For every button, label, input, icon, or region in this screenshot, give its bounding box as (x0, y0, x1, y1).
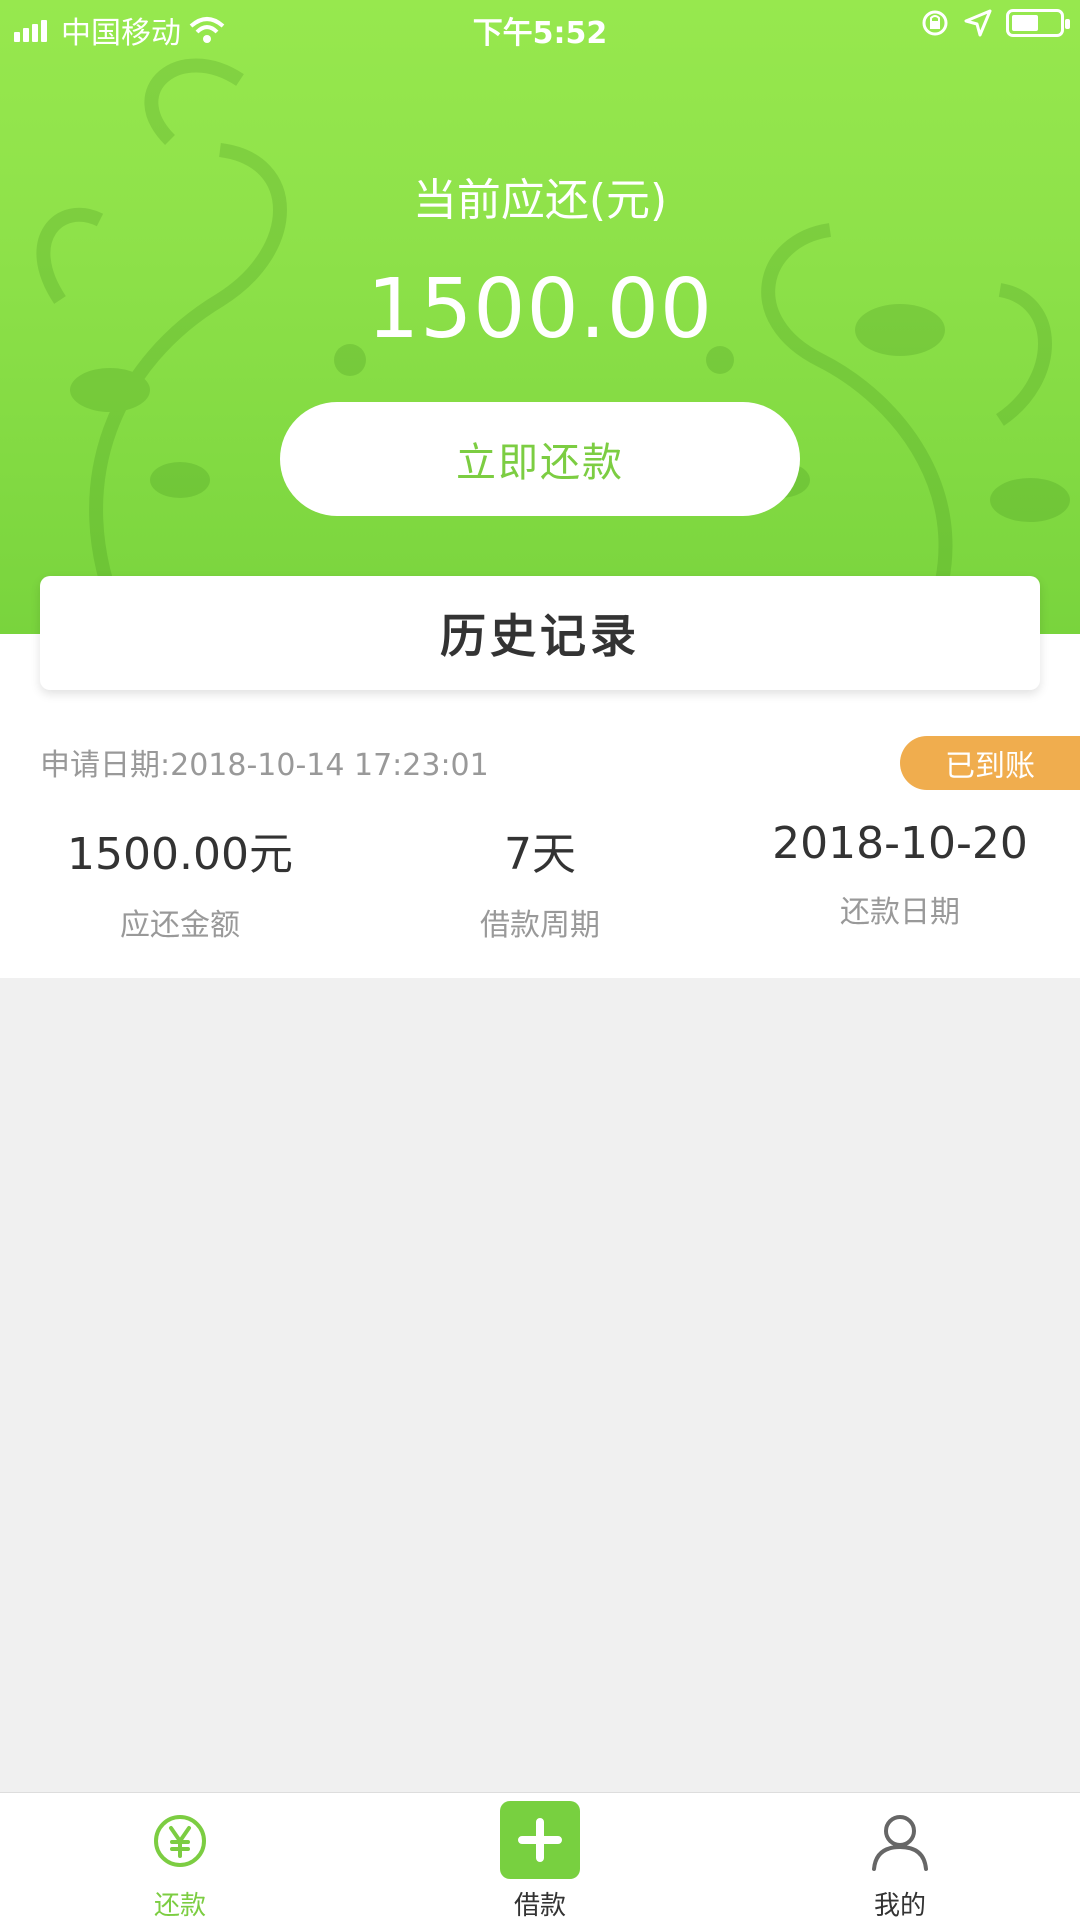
repay-now-button[interactable]: 立即还款 (280, 402, 800, 516)
app-screen: 中国移动 下午5:52 当前应还(元) 1500.00 立即还款 申请日期:20… (0, 0, 1080, 1920)
location-arrow-icon (964, 9, 992, 37)
repay-header: 中国移动 下午5:52 当前应还(元) 1500.00 立即还款 (0, 0, 1080, 634)
tab-repay-label: 还款 (153, 1891, 206, 1920)
apply-date: 申请日期:2018-10-14 17:23:01 (40, 748, 489, 783)
amount-value: 1500.00元 (67, 829, 293, 880)
amount-label: 应还金额 (120, 908, 240, 943)
period-value: 7天 (504, 829, 576, 880)
status-bar: 中国移动 下午5:52 (0, 0, 1080, 54)
due-date-value: 2018-10-20 (772, 818, 1028, 869)
tab-borrow[interactable]: 借款 (360, 1793, 720, 1920)
tab-bar: 还款 借款 我的 (0, 1792, 1080, 1920)
tab-mine-label: 我的 (873, 1891, 926, 1920)
tab-repay[interactable]: 还款 (0, 1793, 360, 1920)
due-date-label: 还款日期 (840, 895, 960, 930)
status-badge: 已到账 (900, 736, 1080, 790)
amount-column: 1500.00元 应还金额 (0, 818, 360, 944)
rotation-lock-icon (922, 10, 948, 36)
yen-circle-icon (154, 1815, 206, 1867)
battery-icon (1006, 9, 1070, 37)
plus-icon (500, 1801, 580, 1879)
period-label: 借款周期 (480, 908, 600, 943)
history-title-card: 历史记录 (40, 576, 1040, 690)
status-time: 下午5:52 (472, 16, 608, 51)
current-due-amount: 1500.00 (366, 262, 714, 357)
tab-mine[interactable]: 我的 (720, 1793, 1080, 1920)
current-due-title: 当前应还(元) (412, 175, 668, 226)
tab-borrow-label: 借款 (513, 1891, 566, 1920)
period-column: 7天 借款周期 (360, 818, 720, 944)
person-icon (872, 1815, 928, 1871)
due-date-column: 2018-10-20 还款日期 (720, 818, 1080, 931)
